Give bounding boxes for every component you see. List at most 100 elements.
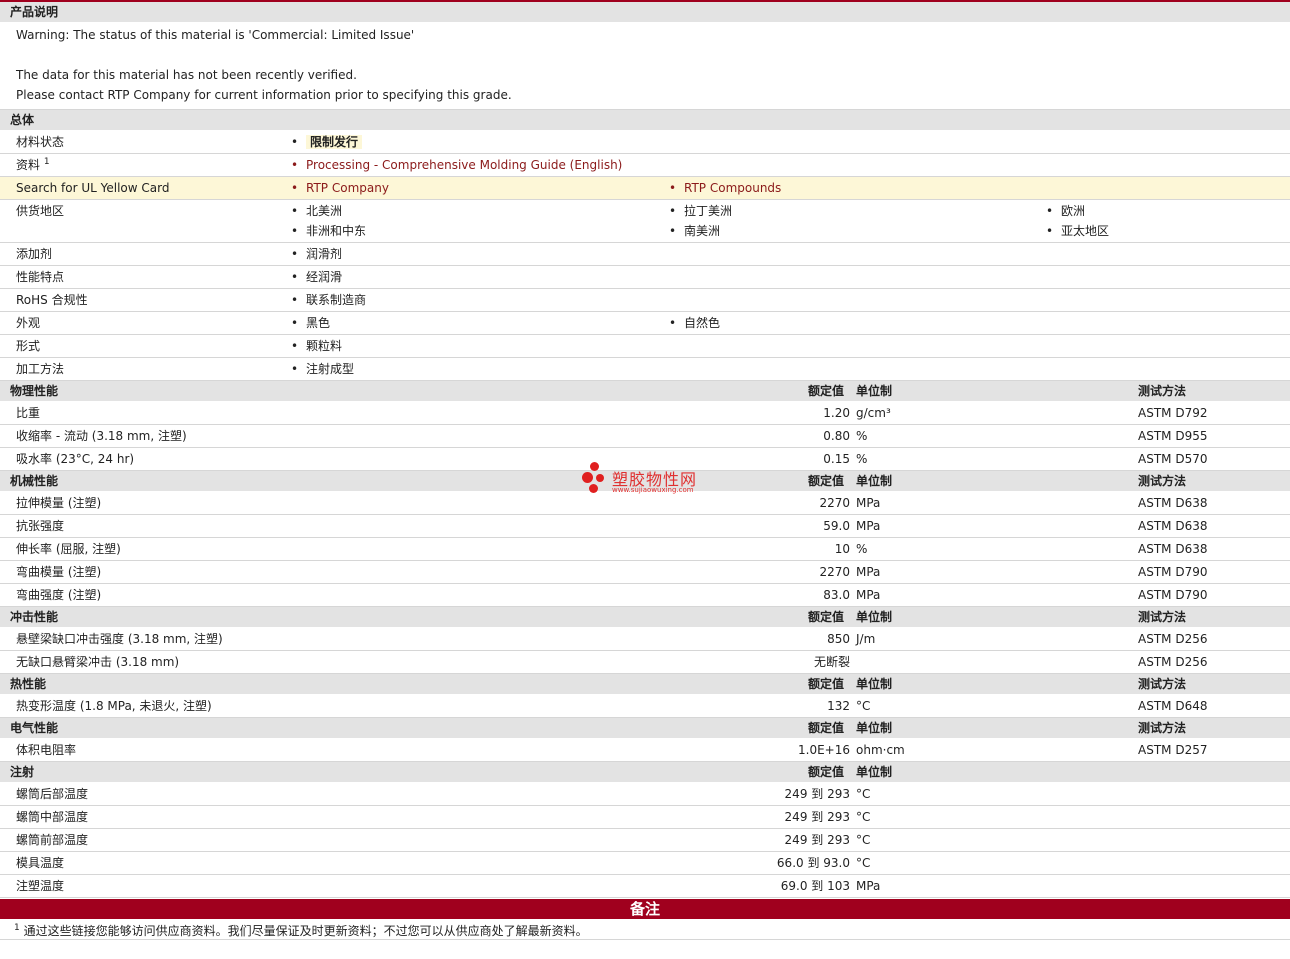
property-name: 体积电阻率 <box>16 743 77 757</box>
link-rtp-company[interactable]: RTP Company <box>291 178 389 198</box>
property-name: 弯曲强度 (注塑) <box>16 588 102 602</box>
property-unit: MPa <box>856 879 881 893</box>
section-header-general: 总体 <box>0 110 1290 131</box>
product-description: Warning: The status of this material is … <box>0 23 1290 110</box>
property-value: 66.0 到 93.0 <box>776 856 850 870</box>
list-item: 非洲和中东 <box>291 221 366 241</box>
property-value: 59.0 <box>823 519 850 533</box>
section-header-physical: 物理性能 额定值 单位制 测试方法 <box>0 381 1290 402</box>
table-row: 螺筒后部温度 249 到 293 °C <box>0 783 1290 806</box>
footnote: 1 通过这些链接您能够访问供应商资料。我们尽量保证及时更新资料；不过您可以从供应… <box>0 919 1290 940</box>
list-item: 颗粒料 <box>291 336 342 356</box>
table-row: 螺筒中部温度 249 到 293 °C <box>0 806 1290 829</box>
doc-link-processing-guide[interactable]: Processing - Comprehensive Molding Guide… <box>291 155 622 175</box>
table-row: 弯曲模量 (注塑) 2270 MPa ASTM D790 <box>0 561 1290 584</box>
table-row: 抗张强度 59.0 MPa ASTM D638 <box>0 515 1290 538</box>
link-rtp-compounds[interactable]: RTP Compounds <box>669 178 781 198</box>
table-row: 螺筒前部温度 249 到 293 °C <box>0 829 1290 852</box>
property-unit: % <box>856 542 868 556</box>
property-value: 2270 <box>819 565 850 579</box>
verify-text: The data for this material has not been … <box>16 68 357 82</box>
property-value: 0.15 <box>823 452 850 466</box>
property-value: 2270 <box>819 496 850 510</box>
section-header-product: 产品说明 <box>0 2 1290 23</box>
property-name: 悬壁梁缺口冲击强度 (3.18 mm, 注塑) <box>16 632 223 646</box>
col-header-unit: 单位制 <box>856 384 893 398</box>
property-unit: °C <box>856 833 871 847</box>
property-name: 弯曲模量 (注塑) <box>16 565 102 579</box>
list-item: 注射成型 <box>291 359 354 379</box>
property-unit: g/cm³ <box>856 406 891 420</box>
property-test-method: ASTM D257 <box>1138 743 1208 757</box>
property-unit: % <box>856 429 868 443</box>
col-header-nominal: 额定值 <box>808 765 845 779</box>
row-ul-yellow-card: Search for UL Yellow Card RTP Company RT… <box>0 177 1290 200</box>
table-row: 比重 1.20 g/cm³ ASTM D792 <box>0 402 1290 425</box>
section-title: 注射 <box>10 765 35 779</box>
col-header-unit: 单位制 <box>856 765 893 779</box>
property-unit: MPa <box>856 565 881 579</box>
col-header-test: 测试方法 <box>1138 677 1187 691</box>
col-header-unit: 单位制 <box>856 610 893 624</box>
row-supply-region: 供货地区 北美洲 拉丁美洲 欧洲 非洲和中东 南美洲 亚太地区 <box>0 200 1290 243</box>
col-header-nominal: 额定值 <box>808 384 845 398</box>
property-value: 850 <box>827 632 850 646</box>
table-row: 弯曲强度 (注塑) 83.0 MPa ASTM D790 <box>0 584 1290 607</box>
property-name: 抗张强度 <box>16 519 65 533</box>
col-header-nominal: 额定值 <box>808 610 845 624</box>
row-processing: 加工方法 注射成型 <box>0 358 1290 381</box>
property-unit: MPa <box>856 496 881 510</box>
table-row: 热变形温度 (1.8 MPa, 未退火, 注塑) 132 °C ASTM D648 <box>0 695 1290 718</box>
property-value: 249 到 293 <box>784 833 850 847</box>
property-unit: J/m <box>856 632 876 646</box>
property-test-method: ASTM D648 <box>1138 699 1208 713</box>
table-row: 体积电阻率 1.0E+16 ohm·cm ASTM D257 <box>0 739 1290 762</box>
property-unit: °C <box>856 810 871 824</box>
property-test-method: ASTM D256 <box>1138 655 1208 669</box>
row-rohs: RoHS 合规性 联系制造商 <box>0 289 1290 312</box>
row-material-status: 材料状态 限制发行 <box>0 131 1290 154</box>
section-header-thermal: 热性能 额定值 单位制 测试方法 <box>0 674 1290 695</box>
watermark-logo: 塑胶物性网 www.sujiaowuxing.com <box>582 462 712 498</box>
col-header-unit: 单位制 <box>856 721 893 735</box>
col-header-unit: 单位制 <box>856 474 893 488</box>
property-value: 0.80 <box>823 429 850 443</box>
property-name: 比重 <box>16 406 41 420</box>
list-item: 自然色 <box>669 313 720 333</box>
property-unit: °C <box>856 856 871 870</box>
property-name: 吸水率 (23°C, 24 hr) <box>16 452 135 466</box>
section-header-injection: 注射 额定值 单位制 <box>0 762 1290 783</box>
section-title: 热性能 <box>10 677 47 691</box>
list-item: 亚太地区 <box>1046 221 1109 241</box>
col-header-nominal: 额定值 <box>808 721 845 735</box>
section-title: 机械性能 <box>10 474 59 488</box>
property-name: 无缺口悬臂梁冲击 (3.18 mm) <box>16 655 180 669</box>
section-header-electrical: 电气性能 额定值 单位制 测试方法 <box>0 718 1290 739</box>
property-value: 69.0 到 103 <box>780 879 850 893</box>
table-row: 模具温度 66.0 到 93.0 °C <box>0 852 1290 875</box>
property-unit: MPa <box>856 519 881 533</box>
property-test-method: ASTM D638 <box>1138 542 1208 556</box>
col-header-test: 测试方法 <box>1138 474 1187 488</box>
property-test-method: ASTM D570 <box>1138 452 1208 466</box>
property-test-method: ASTM D638 <box>1138 496 1208 510</box>
col-header-test: 测试方法 <box>1138 610 1187 624</box>
list-item: 黑色 <box>291 313 330 333</box>
section-title: 电气性能 <box>10 721 59 735</box>
list-item: 北美洲 <box>291 201 342 221</box>
col-header-test: 测试方法 <box>1138 384 1187 398</box>
list-item: 拉丁美洲 <box>669 201 732 221</box>
table-row: 伸长率 (屈服, 注塑) 10% ASTM D638 <box>0 538 1290 561</box>
table-row: 注塑温度 69.0 到 103 MPa <box>0 875 1290 898</box>
table-row: 收缩率 - 流动 (3.18 mm, 注塑) 0.80% ASTM D955 <box>0 425 1290 448</box>
property-value: 无断裂 <box>813 655 850 669</box>
notes-header: 备注 <box>0 899 1290 919</box>
warning-text: Warning: The status of this material is … <box>16 28 415 42</box>
row-form: 形式 颗粒料 <box>0 335 1290 358</box>
section-title: 物理性能 <box>10 384 59 398</box>
col-header-nominal: 额定值 <box>808 474 845 488</box>
property-value: 10 <box>834 542 850 556</box>
property-value: 1.20 <box>823 406 850 420</box>
property-unit: °C <box>856 699 871 713</box>
property-value: 83.0 <box>823 588 850 602</box>
